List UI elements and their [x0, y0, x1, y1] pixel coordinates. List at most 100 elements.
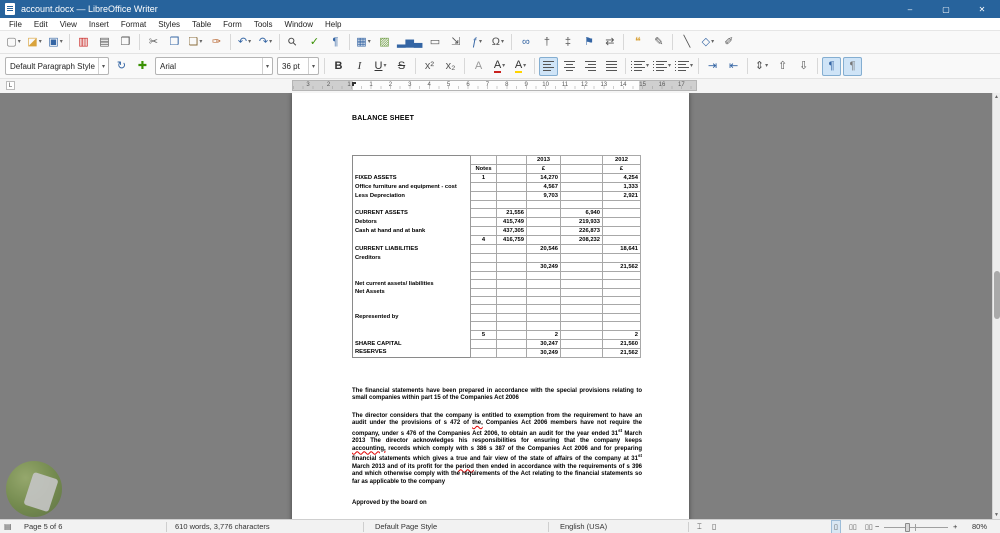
zoom-in-icon[interactable]: + — [953, 520, 957, 533]
selection-mode-icon[interactable]: ⌶ — [697, 520, 702, 533]
zoom-slider-thumb[interactable] — [905, 523, 910, 532]
maximize-button[interactable]: ▢ — [928, 0, 964, 18]
chevron-down-icon[interactable]: ▾ — [39, 39, 42, 45]
table-cell[interactable]: 4,567 — [526, 182, 561, 192]
update-style-icon[interactable]: ↻ — [112, 57, 131, 76]
table-cell[interactable] — [470, 295, 497, 306]
table-cell[interactable] — [470, 208, 497, 219]
table-cell[interactable] — [560, 329, 603, 340]
table-cell[interactable] — [560, 173, 603, 183]
menu-table[interactable]: Table — [186, 18, 217, 31]
insert-textbox-icon[interactable]: ▭ — [425, 33, 444, 52]
table-cell[interactable]: FIXED ASSETS — [352, 173, 471, 183]
save-icon[interactable]: ▣ ▾ — [46, 33, 65, 52]
table-cell[interactable]: Net Assets — [352, 288, 471, 297]
table-cell[interactable]: 30,249 — [526, 261, 561, 272]
align-left-icon[interactable] — [539, 56, 558, 76]
table-cell[interactable] — [602, 321, 641, 331]
chevron-down-icon[interactable]: ▾ — [60, 39, 63, 45]
insert-table-icon[interactable]: ▦ ▾ — [354, 33, 373, 52]
single-page-view-icon[interactable]: ▯ — [831, 520, 841, 533]
new-style-icon[interactable]: ✚ — [133, 57, 152, 76]
zoom-slider-track[interactable] — [884, 527, 948, 528]
table-cell[interactable] — [602, 304, 641, 314]
table-cell[interactable]: 14,270 — [526, 173, 561, 183]
table-cell[interactable]: Debtors — [352, 217, 471, 227]
table-cell[interactable] — [560, 164, 603, 174]
menu-insert[interactable]: Insert — [83, 18, 115, 31]
table-cell[interactable]: 219,933 — [560, 217, 603, 228]
table-cell[interactable] — [496, 279, 527, 289]
chevron-down-icon[interactable]: ▾ — [383, 63, 386, 69]
spelling-icon[interactable]: ✓ — [305, 33, 324, 52]
special-character-icon[interactable]: Ω ▾ — [488, 33, 507, 52]
unordered-list-icon[interactable]: ▾ — [630, 57, 650, 76]
document-info-icon[interactable]: ▤ — [4, 520, 12, 533]
hyperlink-icon[interactable]: ∞ — [516, 33, 535, 52]
paragraph[interactable]: The financial statements have been prepa… — [352, 388, 642, 403]
chevron-down-icon[interactable]: ▾ — [269, 39, 272, 45]
table-cell[interactable] — [496, 253, 527, 263]
table-cell[interactable] — [560, 304, 603, 314]
paragraph-style-combo[interactable]: Default Paragraph Style ▾ — [5, 57, 109, 75]
tab-stop-selector-icon[interactable]: L — [6, 81, 15, 90]
table-cell[interactable] — [352, 304, 471, 314]
table-cell[interactable] — [470, 304, 497, 314]
table-cell[interactable] — [560, 295, 603, 306]
table-cell[interactable] — [352, 235, 471, 245]
table-cell[interactable] — [526, 304, 561, 314]
increase-indent-icon[interactable]: ⇥ — [703, 57, 722, 76]
book-view-icon[interactable]: ▯▯ — [862, 520, 876, 533]
table-cell[interactable] — [602, 253, 641, 263]
table-cell[interactable] — [496, 295, 527, 306]
table-cell[interactable] — [496, 173, 527, 183]
table-cell[interactable] — [352, 262, 471, 272]
table-cell[interactable]: SHARE CAPITAL — [352, 339, 471, 349]
highlight-color-icon[interactable]: A ▾ — [511, 57, 530, 76]
insert-line-icon[interactable]: ╲ — [677, 33, 696, 52]
ordered-list-icon[interactable]: ▾ — [652, 57, 672, 76]
table-cell[interactable] — [470, 182, 497, 192]
table-cell[interactable] — [470, 279, 497, 289]
table-cell[interactable]: 226,873 — [560, 226, 603, 237]
table-cell[interactable] — [560, 321, 603, 331]
chevron-down-icon[interactable]: ▾ — [18, 39, 21, 45]
basic-shapes-icon[interactable]: ◇ ▾ — [698, 33, 717, 52]
chevron-down-icon[interactable]: ▾ — [261, 58, 272, 74]
table-cell[interactable]: 208,232 — [560, 235, 603, 246]
table-cell[interactable] — [602, 287, 641, 297]
page-break-icon[interactable]: ⇲ — [446, 33, 465, 52]
comment-icon[interactable]: ❝ — [628, 33, 647, 52]
table-cell[interactable]: £ — [602, 164, 641, 174]
table-cell[interactable] — [526, 312, 561, 323]
menu-form[interactable]: Form — [217, 18, 248, 31]
chevron-down-icon[interactable]: ▾ — [199, 39, 202, 45]
table-cell[interactable] — [352, 321, 471, 331]
table-cell[interactable] — [470, 261, 497, 272]
table-cell[interactable]: Net current assets/ liabilities — [352, 279, 471, 289]
table-cell[interactable] — [470, 244, 497, 255]
table-cell[interactable]: 2012 — [602, 155, 641, 165]
table-cell[interactable] — [560, 155, 603, 165]
track-changes-icon[interactable]: ✎ — [649, 33, 668, 52]
table-cell[interactable]: Cash at hand and at bank — [352, 226, 471, 236]
table-cell[interactable] — [496, 261, 527, 272]
table-cell[interactable]: £ — [526, 164, 561, 174]
scroll-down-icon[interactable]: ▼ — [993, 512, 1000, 518]
table-cell[interactable] — [352, 155, 471, 165]
table-cell[interactable] — [352, 330, 471, 340]
table-cell[interactable]: 415,749 — [496, 217, 527, 228]
menu-tools[interactable]: Tools — [248, 18, 279, 31]
table-cell[interactable]: 4 — [470, 235, 497, 246]
cross-reference-icon[interactable]: ⇄ — [600, 33, 619, 52]
draw-functions-icon[interactable]: ✐ — [719, 33, 738, 52]
table-cell[interactable] — [526, 253, 561, 263]
page-style-indicator[interactable]: Default Page Style — [375, 520, 437, 533]
table-cell[interactable]: 6,940 — [560, 208, 603, 219]
table-cell[interactable] — [560, 270, 603, 281]
table-cell[interactable] — [526, 321, 561, 331]
table-cell[interactable] — [602, 199, 641, 210]
chevron-down-icon[interactable]: ▾ — [479, 39, 482, 45]
table-cell[interactable] — [470, 226, 497, 237]
menu-view[interactable]: View — [54, 18, 83, 31]
